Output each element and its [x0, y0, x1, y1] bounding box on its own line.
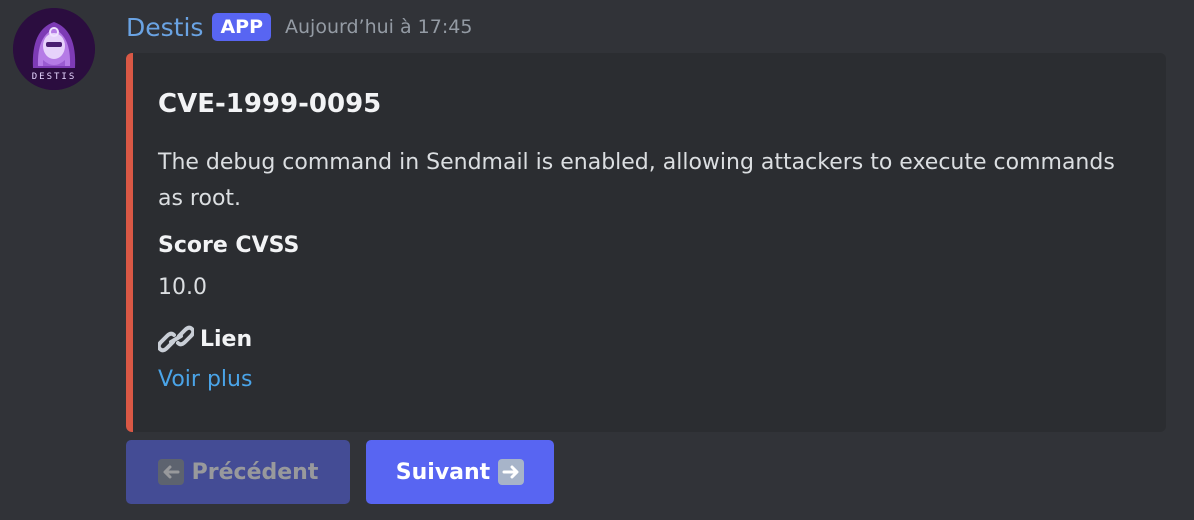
cve-embed: CVE-1999-0095 The debug command in Sendm… — [126, 53, 1166, 432]
link-icon — [156, 323, 196, 355]
embed-description: The debug command in Sendmail is enabled… — [158, 150, 1115, 211]
chat-message: DESTIS Destis APP Aujourd’hui à 17:45 CV… — [0, 0, 1194, 520]
next-button-label: Suivant — [395, 459, 491, 485]
pagination-buttons: Précédent Suivant — [126, 440, 554, 504]
previous-button[interactable]: Précédent — [126, 440, 350, 504]
left-arrow-icon — [157, 459, 184, 485]
message-header: Destis APP Aujourd’hui à 17:45 — [126, 10, 472, 44]
avatar[interactable]: DESTIS — [13, 8, 95, 90]
field-link-label: Lien — [200, 326, 253, 352]
avatar-label: DESTIS — [31, 72, 77, 82]
right-arrow-icon — [498, 459, 525, 485]
embed-title: CVE-1999-0095 — [158, 89, 382, 119]
field-score-name: Score CVSS — [158, 233, 300, 258]
previous-button-label: Précédent — [191, 459, 319, 485]
field-link-name: Lien — [156, 323, 253, 355]
see-more-link[interactable]: Voir plus — [158, 367, 252, 392]
author-name[interactable]: Destis — [126, 13, 203, 42]
field-score-value: 10.0 — [158, 275, 207, 300]
app-badge: APP — [212, 13, 271, 41]
next-button[interactable]: Suivant — [366, 440, 554, 504]
message-timestamp: Aujourd’hui à 17:45 — [285, 16, 473, 38]
